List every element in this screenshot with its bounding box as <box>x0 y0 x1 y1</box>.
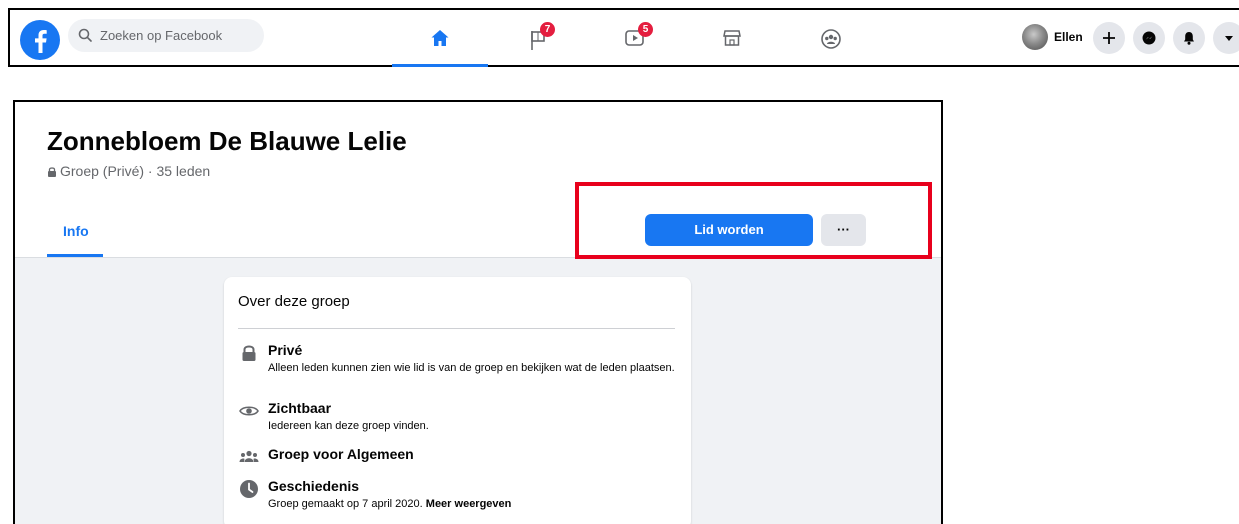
groups-icon <box>821 29 841 49</box>
about-row-title: Geschiedenis <box>268 478 360 494</box>
about-row-title: Privé <box>268 342 303 358</box>
tab-groups[interactable] <box>782 10 878 67</box>
about-title: Over deze groep <box>238 293 350 310</box>
about-row-desc: Iedereen kan deze groep vinden. <box>268 420 429 432</box>
group-page: Zonnebloem De Blauwe Lelie Groep (Privé)… <box>13 100 943 524</box>
facebook-logo-icon[interactable] <box>20 20 60 60</box>
history-text: Groep gemaakt op 7 april 2020. <box>268 498 423 510</box>
about-row-visibility: Zichtbaar Iedereen kan deze groep vinden… <box>238 400 678 436</box>
avatar <box>1022 24 1048 50</box>
about-row-title: Zichtbaar <box>268 400 332 416</box>
top-navigation-bar: 7 5 Ellen <box>8 8 1239 67</box>
messenger-button[interactable] <box>1133 22 1165 54</box>
tab-watch[interactable]: 5 <box>586 10 682 67</box>
notification-badge: 5 <box>638 22 653 37</box>
plus-icon <box>1103 32 1115 44</box>
tab-info-label: Info <box>63 223 89 239</box>
about-row-privacy: Privé Alleen leden kunnen zien wie lid i… <box>238 342 678 390</box>
store-icon <box>723 30 741 46</box>
tab-info[interactable]: Info <box>47 207 103 257</box>
search-input[interactable] <box>100 19 258 52</box>
people-icon <box>239 450 259 462</box>
tab-pages[interactable]: 7 <box>490 10 586 67</box>
divider <box>238 328 675 329</box>
lock-icon <box>48 167 56 177</box>
group-meta-text: Groep (Privé) · 35 leden <box>60 163 211 179</box>
profile-button[interactable]: Ellen <box>1020 20 1096 54</box>
about-row-category: Groep voor Algemeen <box>238 446 678 470</box>
eye-icon <box>239 406 259 416</box>
about-row-desc: Alleen leden kunnen zien wie lid is van … <box>268 362 675 374</box>
about-group-card: Over deze groep Privé Alleen leden kunne… <box>224 277 691 524</box>
show-more-link[interactable]: Meer weergeven <box>426 498 512 510</box>
home-icon <box>431 30 449 46</box>
page-title: Zonnebloem De Blauwe Lelie <box>47 126 407 156</box>
about-row-history: Geschiedenis Groep gemaakt op 7 april 20… <box>238 478 678 518</box>
profile-name: Ellen <box>1054 30 1083 44</box>
notification-badge: 7 <box>540 22 555 37</box>
group-meta: Groep (Privé) · 35 leden <box>47 163 210 179</box>
clock-icon <box>240 480 258 498</box>
create-button[interactable] <box>1093 22 1125 54</box>
tab-marketplace[interactable] <box>684 10 780 67</box>
highlight-annotation-box <box>575 182 932 259</box>
about-row-desc: Groep gemaakt op 7 april 2020. Meer weer… <box>268 498 688 510</box>
search-bar[interactable] <box>68 19 264 52</box>
tab-home[interactable] <box>392 10 488 67</box>
about-row-title: Groep voor Algemeen <box>268 446 414 462</box>
notifications-button[interactable] <box>1173 22 1205 54</box>
lock-icon <box>242 345 256 361</box>
messenger-icon <box>1142 31 1156 45</box>
search-icon <box>78 28 92 42</box>
account-menu-button[interactable] <box>1213 22 1239 54</box>
caret-down-icon <box>1225 36 1233 41</box>
bell-icon <box>1184 32 1194 45</box>
